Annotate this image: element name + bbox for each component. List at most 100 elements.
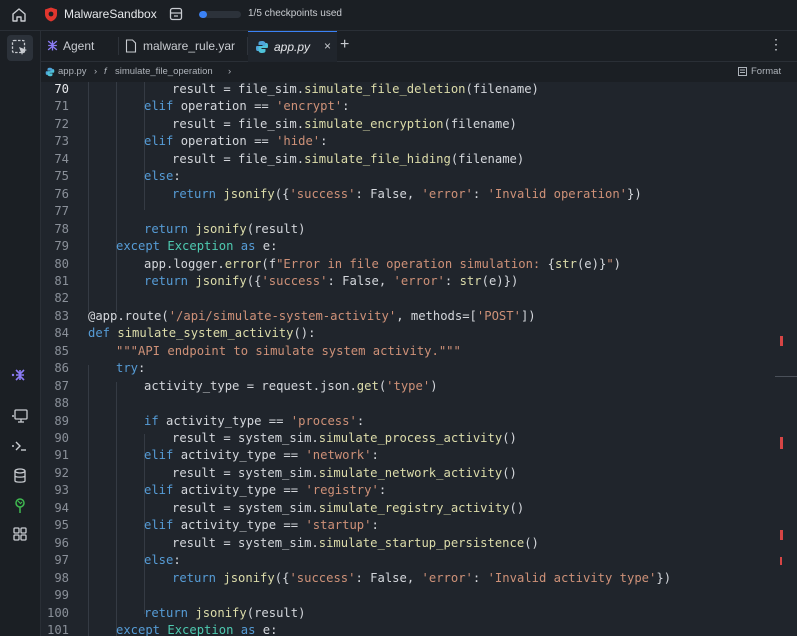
- format-button[interactable]: Format: [751, 66, 781, 77]
- error-scroll-marker: [780, 530, 783, 540]
- line-number: 81: [54, 273, 69, 288]
- breadcrumb-file[interactable]: app.py: [58, 66, 87, 77]
- tab-label: Agent: [63, 39, 95, 53]
- indent-guide: [116, 382, 117, 636]
- error-scroll-marker: [780, 557, 782, 565]
- code-text: result = file_sim.simulate_encryption(fi…: [172, 116, 517, 131]
- code-text: result = system_sim.simulate_process_act…: [172, 431, 517, 445]
- checkpoint-progress-bar: [199, 11, 241, 18]
- file-icon: [125, 39, 137, 53]
- code-text: app.logger.error(f"Error in file operati…: [144, 256, 621, 271]
- error-scroll-marker: [780, 336, 783, 346]
- code-text: elif operation == 'encrypt':: [144, 99, 350, 114]
- pointer-select-icon[interactable]: [11, 39, 29, 57]
- line-number: 80: [54, 256, 69, 271]
- more-options-icon[interactable]: ⋮: [769, 36, 783, 53]
- checkpoint-progress-fill: [199, 11, 208, 18]
- scroll-position-indicator: [775, 376, 797, 377]
- code-text: elif activity_type == 'registry':: [144, 483, 387, 498]
- monitor-icon[interactable]: [11, 407, 29, 425]
- archive-icon[interactable]: [169, 7, 183, 21]
- line-number: 76: [54, 186, 69, 201]
- python-icon: [256, 41, 268, 53]
- code-text: except Exception as e:: [116, 622, 278, 636]
- line-number: 84: [54, 326, 69, 341]
- code-text: elif activity_type == 'startup':: [144, 518, 379, 533]
- line-number: 97: [54, 553, 69, 568]
- line-number: 88: [54, 396, 69, 411]
- line-number: 93: [54, 483, 69, 498]
- code-text: return jsonify(result): [144, 605, 306, 620]
- line-number: 87: [54, 378, 69, 393]
- terminal-icon[interactable]: [11, 437, 29, 455]
- home-icon[interactable]: [10, 6, 28, 24]
- line-number: 74: [54, 151, 69, 166]
- line-number: 94: [54, 500, 69, 515]
- code-text: result = system_sim.simulate_registry_ac…: [172, 500, 525, 515]
- code-text: else:: [144, 553, 181, 568]
- database-icon[interactable]: [11, 467, 29, 485]
- code-text: result = system_sim.simulate_startup_per…: [172, 535, 539, 550]
- code-text: return jsonify({'success': False, 'error…: [144, 273, 519, 288]
- line-number: 75: [54, 169, 69, 184]
- code-text: result = system_sim.simulate_network_act…: [172, 465, 517, 480]
- plant-icon[interactable]: [11, 497, 29, 515]
- line-number: 86: [54, 361, 69, 376]
- tab-label: app.py: [274, 40, 311, 54]
- code-text: """API endpoint to simulate system activ…: [116, 343, 461, 358]
- line-number: 92: [54, 465, 69, 480]
- agent-icon[interactable]: [11, 366, 29, 384]
- code-text: def simulate_system_activity():: [88, 326, 316, 341]
- line-number: 90: [54, 431, 69, 445]
- function-icon: f: [104, 66, 107, 77]
- format-icon: [738, 67, 747, 76]
- line-number: 70: [54, 82, 69, 96]
- tab-app-py[interactable]: app.py ×: [248, 31, 337, 62]
- top-bar: MalwareSandbox 1/5 checkpoints used: [0, 0, 797, 31]
- agent-icon: [47, 40, 58, 51]
- line-number: 96: [54, 535, 69, 550]
- python-icon: [45, 67, 55, 77]
- code-text: except Exception as e:: [116, 239, 278, 254]
- breadcrumb: app.py › f simulate_file_operation › For…: [41, 62, 797, 82]
- error-scroll-marker: [780, 437, 783, 449]
- line-number: 71: [54, 99, 69, 114]
- line-number: 73: [54, 134, 69, 149]
- line-number: 98: [54, 570, 69, 585]
- line-number: 85: [54, 343, 69, 358]
- line-number: 72: [54, 116, 69, 131]
- code-text: elif activity_type == 'network':: [144, 448, 379, 463]
- tab-label: malware_rule.yar: [143, 39, 236, 53]
- indent-guide: [116, 82, 117, 312]
- code-text: try:: [116, 361, 146, 376]
- chevron-right-icon: ›: [228, 66, 232, 77]
- tab-malware-rule[interactable]: malware_rule.yar: [119, 31, 248, 61]
- indent-guide: [88, 365, 89, 636]
- code-text: @app.route('/api/simulate-system-activit…: [88, 308, 536, 323]
- code-text: elif operation == 'hide':: [144, 134, 328, 149]
- activity-bar: [0, 31, 41, 636]
- app-name: MalwareSandbox: [64, 7, 157, 21]
- code-text: activity_type = request.json.get('type'): [144, 378, 438, 393]
- chevron-right-icon: ›: [94, 66, 98, 77]
- line-number: 79: [54, 239, 69, 254]
- code-text: if activity_type == 'process':: [144, 413, 365, 428]
- code-text: result = file_sim.simulate_file_hiding(f…: [172, 151, 525, 166]
- checkpoint-progress-text: 1/5 checkpoints used: [248, 8, 342, 19]
- line-number: 89: [54, 413, 69, 428]
- line-number: 91: [54, 448, 69, 463]
- indent-guide: [88, 82, 89, 312]
- line-number: 82: [54, 291, 69, 306]
- line-number: 101: [46, 622, 69, 636]
- extensions-icon[interactable]: [11, 525, 29, 543]
- code-editor[interactable]: 70 result = file_sim.simulate_file_deleti…: [41, 82, 797, 636]
- close-icon[interactable]: ×: [324, 39, 331, 53]
- breadcrumb-symbol[interactable]: simulate_file_operation: [115, 66, 213, 77]
- shield-icon: [45, 7, 57, 22]
- code-text: result = file_sim.simulate_file_deletion…: [172, 82, 539, 96]
- tab-agent[interactable]: Agent: [41, 31, 119, 61]
- line-number: 100: [46, 605, 69, 620]
- line-number: 99: [54, 588, 69, 603]
- code-text: return jsonify({'success': False, 'error…: [172, 570, 672, 585]
- new-tab-plus-icon[interactable]: +: [340, 36, 349, 54]
